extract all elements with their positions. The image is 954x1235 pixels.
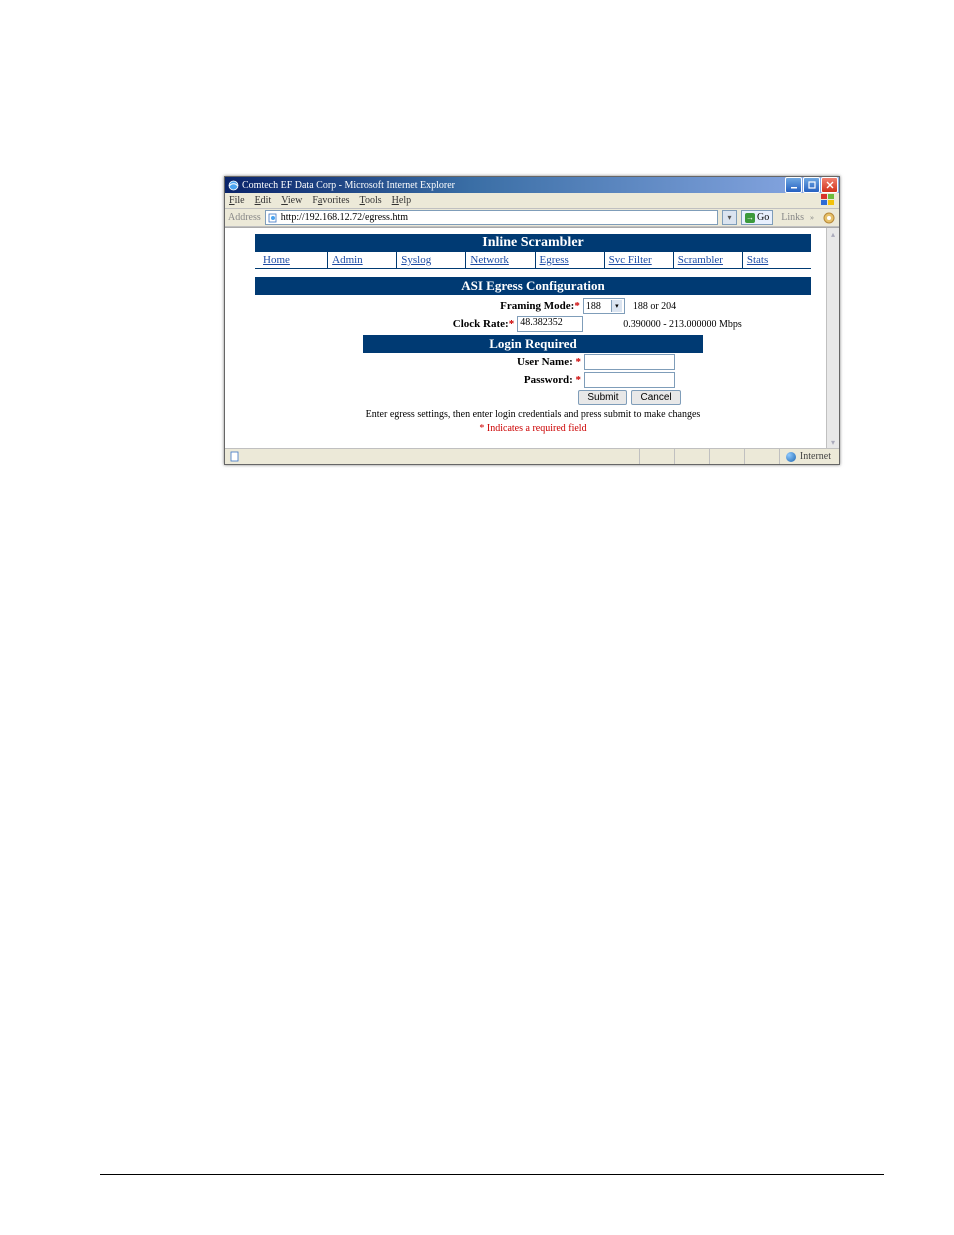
window-close-button[interactable] (821, 177, 838, 193)
ie-window: Comtech EF Data Corp - Microsoft Interne… (224, 176, 840, 465)
links-label[interactable]: Links (781, 212, 804, 223)
go-label: Go (757, 212, 769, 223)
nav-syslog[interactable]: Syslog (396, 252, 465, 268)
page-icon (268, 213, 278, 223)
menu-favorites[interactable]: Favorites (312, 195, 349, 206)
clock-rate-hint: 0.390000 - 213.000000 Mbps (623, 319, 742, 330)
clock-rate-label: Clock Rate:* (324, 318, 517, 330)
scroll-bar[interactable]: ▴ ▾ (826, 228, 839, 448)
menu-help[interactable]: Help (392, 195, 411, 206)
framing-mode-label: Framing Mode:* (390, 300, 583, 312)
nav-admin[interactable]: Admin (327, 252, 396, 268)
password-label: Password: * (391, 374, 584, 386)
nav-stats[interactable]: Stats (742, 252, 811, 268)
menu-view[interactable]: View (281, 195, 302, 206)
section-asi-egress: ASI Egress Configuration (255, 277, 811, 295)
toolbar-extension-icon[interactable] (822, 211, 836, 225)
menu-tools[interactable]: Tools (360, 195, 382, 206)
framing-mode-hint: 188 or 204 (633, 301, 676, 312)
windows-logo-icon (821, 194, 835, 206)
chevron-down-icon: ▾ (611, 300, 622, 312)
nav-home[interactable]: Home (255, 252, 327, 268)
clock-rate-input[interactable]: 48.382352 (517, 316, 583, 332)
page-title-band: Inline Scrambler (255, 234, 811, 252)
scroll-down-icon[interactable]: ▾ (827, 436, 839, 448)
address-label: Address (228, 212, 261, 223)
instruction-note: Enter egress settings, then enter login … (255, 409, 811, 420)
username-input[interactable] (584, 354, 675, 370)
status-doc-icon (225, 451, 243, 463)
menu-bar: File Edit View Favorites Tools Help (225, 193, 839, 209)
nav-scrambler[interactable]: Scrambler (673, 252, 742, 268)
ie-app-icon (228, 180, 239, 191)
login-required-band: Login Required (363, 335, 703, 353)
nav-egress[interactable]: Egress (535, 252, 604, 268)
globe-icon (786, 452, 796, 462)
address-input[interactable]: http://192.168.12.72/egress.htm (265, 210, 718, 225)
status-zone-label: Internet (800, 451, 831, 462)
status-pane-empty1 (639, 449, 674, 464)
status-pane-empty2 (674, 449, 709, 464)
links-chevron-icon[interactable]: » (810, 213, 814, 222)
address-url: http://192.168.12.72/egress.htm (281, 212, 408, 223)
page-divider (100, 1174, 884, 1175)
go-button[interactable]: → Go (741, 210, 773, 225)
address-bar: Address http://192.168.12.72/egress.htm … (225, 209, 839, 227)
password-input[interactable] (584, 372, 675, 388)
browser-viewport: ▴ ▾ Inline Scrambler Home Admin Syslog N… (225, 227, 839, 448)
status-pane-empty4 (744, 449, 779, 464)
status-bar: Internet (225, 448, 839, 464)
menu-edit[interactable]: Edit (255, 195, 272, 206)
go-arrow-icon: → (745, 213, 755, 223)
nav-row: Home Admin Syslog Network Egress Svc Fil… (255, 252, 811, 269)
framing-mode-select[interactable]: 188 ▾ (583, 298, 625, 314)
menu-file[interactable]: File (229, 195, 245, 206)
window-maximize-button[interactable] (803, 177, 820, 193)
address-dropdown-button[interactable]: ▾ (722, 210, 737, 225)
username-label: User Name: * (391, 356, 584, 368)
status-zone: Internet (779, 449, 837, 464)
nav-network[interactable]: Network (465, 252, 534, 268)
submit-button[interactable]: Submit (578, 390, 627, 405)
window-minimize-button[interactable] (785, 177, 802, 193)
status-pane-empty3 (709, 449, 744, 464)
scroll-up-icon[interactable]: ▴ (827, 228, 839, 240)
window-titlebar: Comtech EF Data Corp - Microsoft Interne… (225, 177, 839, 193)
required-note: * Indicates a required field (255, 423, 811, 434)
cancel-button[interactable]: Cancel (631, 390, 680, 405)
framing-mode-value: 188 (586, 301, 601, 312)
nav-svcfilter[interactable]: Svc Filter (604, 252, 673, 268)
window-title: Comtech EF Data Corp - Microsoft Interne… (242, 180, 455, 191)
